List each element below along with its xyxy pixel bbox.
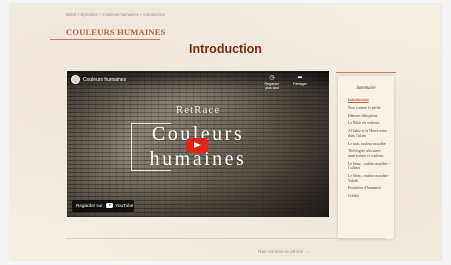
share-icon: ➦ xyxy=(297,75,303,81)
watch-later-button[interactable]: ◷ Regarder plus tard xyxy=(263,75,281,90)
sommaire-item-theologies-africaines[interactable]: Théologies africaines américaines et cou… xyxy=(348,149,392,158)
sommaire-item-le-noir-couleur-maudite[interactable]: Le noir, couleur maudite xyxy=(348,142,392,147)
youtube-icon xyxy=(106,203,114,209)
sommaire-item-demons-ethiopiens[interactable]: Démons éthiopiens xyxy=(348,114,392,119)
channel-avatar[interactable] xyxy=(71,75,80,84)
footer-divider xyxy=(66,238,386,239)
breadcrumb[interactable]: Brind > Épisodes > Couleurs humaines > I… xyxy=(66,12,165,17)
sommaire-title: Sommaire xyxy=(356,86,376,91)
overlay-brand: RetRace xyxy=(175,104,221,116)
sommaire-item-le-blanc-gulbeat[interactable]: Le blanc, couleur maudite - Gulbeat xyxy=(348,162,392,171)
page-title: Introduction xyxy=(189,42,262,56)
page-paper: Brind > Épisodes > Couleurs humaines > I… xyxy=(10,4,441,260)
sommaire-list: Introduction Noir comme le péché Démons … xyxy=(348,98,392,202)
sommaire-divider xyxy=(336,72,396,73)
sommaire-item-introduction[interactable]: Introduction xyxy=(348,98,392,103)
play-button[interactable] xyxy=(186,138,208,153)
watch-on-youtube-button[interactable]: Regarder sur YouTube xyxy=(72,200,134,212)
clock-icon: ◷ xyxy=(269,75,275,81)
sommaire-item-frontieres-humanite[interactable]: Frontières d'humanité xyxy=(348,186,392,191)
brand-divider xyxy=(50,39,160,40)
sommaire-item-le-blanc-yakub[interactable]: Le blanc, couleur maudite - Yakûb xyxy=(348,174,392,183)
next-chapter-link[interactable]: Noir comme le péché → xyxy=(258,250,309,255)
video-title[interactable]: Couleurs humaines xyxy=(83,77,126,83)
sommaire-item-al-jahiz[interactable]: Al-Jahiz et la Havré noire dans l'islam xyxy=(348,129,392,138)
sommaire-item-noir-comme-le-peche[interactable]: Noir comme le péché xyxy=(348,106,392,111)
sommaire-item-credits[interactable]: Crédits xyxy=(348,194,392,199)
video-player[interactable]: Couleurs humaines ◷ Regarder plus tard ➦… xyxy=(67,71,329,217)
site-brand[interactable]: COULEURS HUMAINES xyxy=(66,27,166,37)
sommaire-item-la-bible-en-couleurs[interactable]: La Bible en couleurs xyxy=(348,121,392,126)
share-button[interactable]: ➦ Partager xyxy=(291,75,309,86)
sommaire-panel: Sommaire Introduction Noir comme le péch… xyxy=(338,76,394,239)
